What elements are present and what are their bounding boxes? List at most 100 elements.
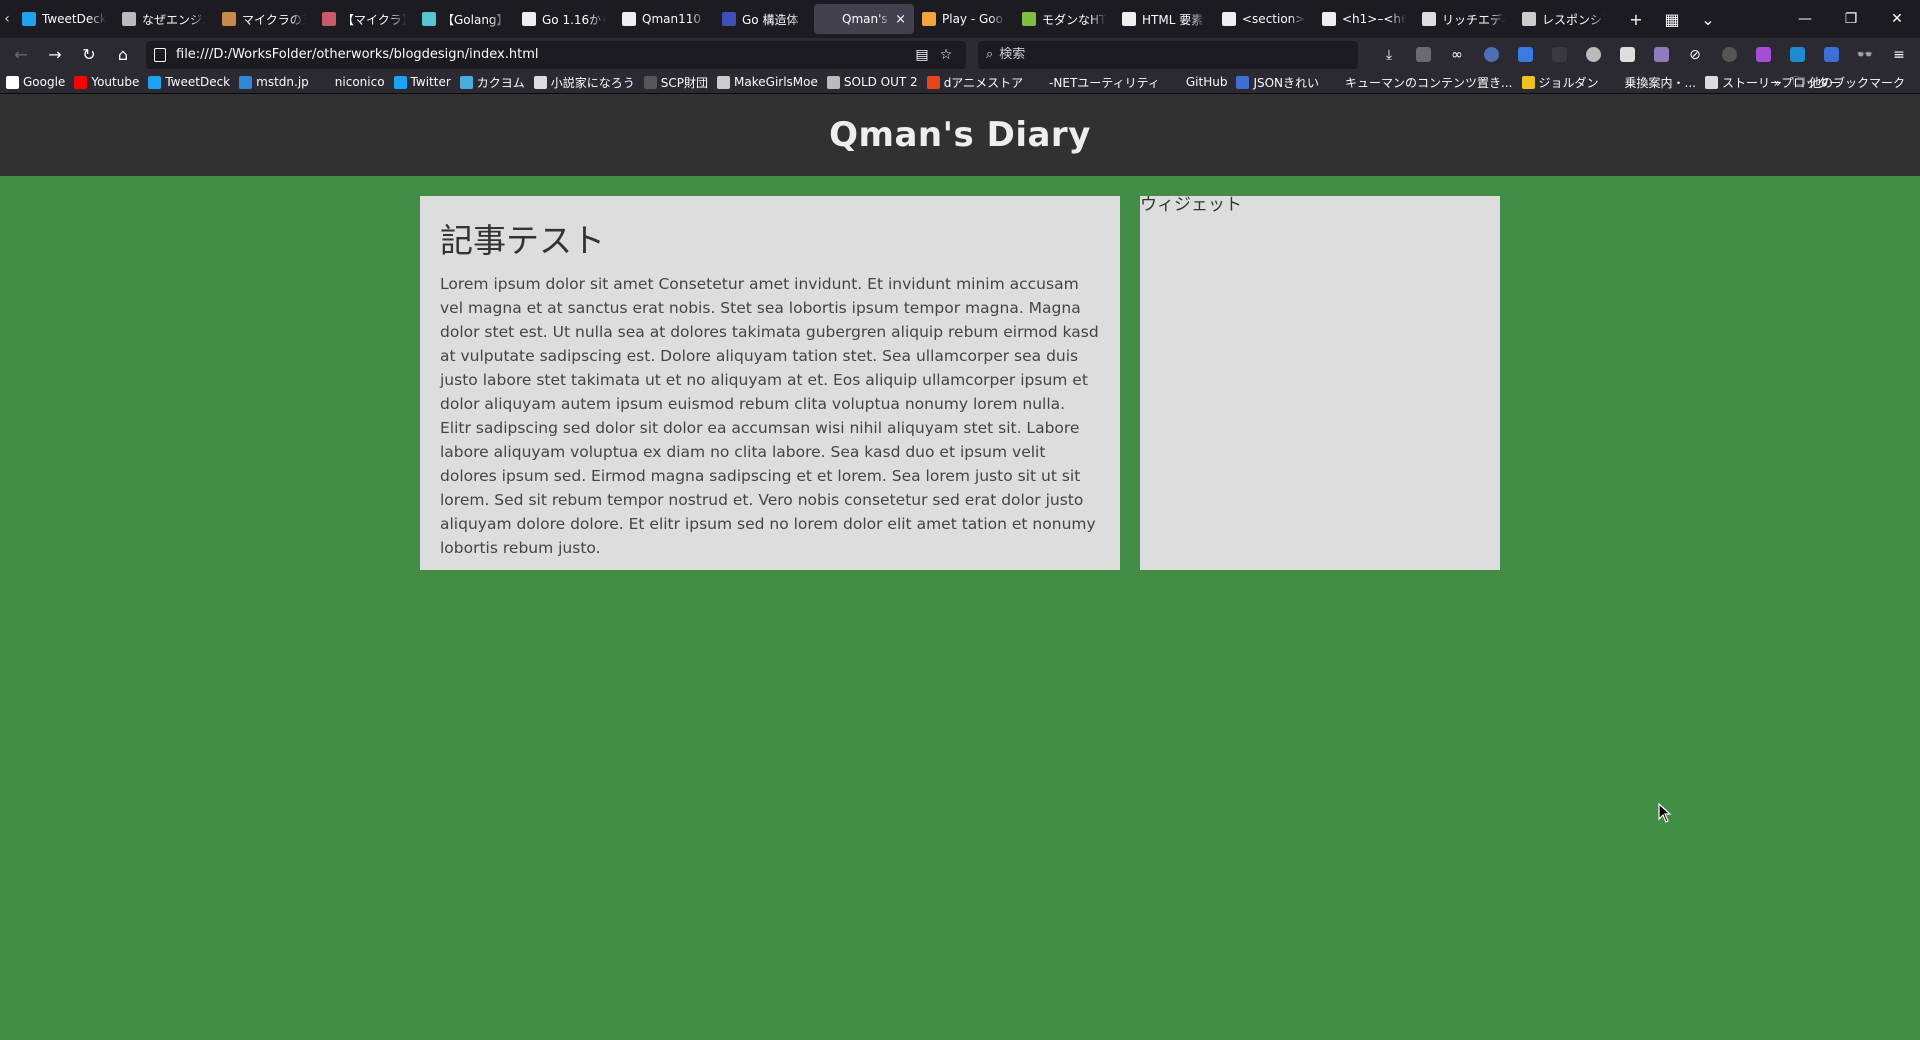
glasses-icon[interactable]: 👓 <box>1848 40 1882 70</box>
bookmark-item[interactable]: mstdn.jp <box>239 75 309 89</box>
bookmark-item[interactable]: SCP財団 <box>643 74 708 91</box>
tab-0[interactable]: TweetDeck <box>14 4 114 34</box>
bookmark-favicon-icon <box>926 75 940 89</box>
reload-icon[interactable]: ↻ <box>72 40 106 70</box>
tab-list: TweetDeck なぜエンジニ マイクラの三 【マイクラ】 【Golang】G Go 1… <box>14 0 1614 38</box>
menu-icon[interactable]: ≡ <box>1882 40 1916 70</box>
chevron-double-right-icon[interactable]: » <box>1774 76 1781 90</box>
url-text[interactable]: file:///D:/WorksFolder/otherworks/blogde… <box>176 47 910 62</box>
tab-title: リッチエディ <box>1442 12 1506 27</box>
window-controls: — ❐ ✕ <box>1782 0 1920 38</box>
bookmark-label: dアニメストア <box>943 75 1024 90</box>
tab-9[interactable]: Play - Goo <box>914 4 1014 34</box>
widget-panel: ウィジェット <box>1140 196 1500 570</box>
bookmark-item[interactable]: SOLD OUT 2 <box>826 75 918 89</box>
bookmark-item[interactable]: niconico <box>317 75 385 89</box>
edit-icon[interactable] <box>1814 40 1848 70</box>
bookmark-favicon-icon <box>6 75 19 89</box>
globe-icon[interactable] <box>1474 40 1508 70</box>
minimize-icon[interactable]: — <box>1782 0 1828 38</box>
search-bar[interactable]: ⌕ <box>978 40 1358 69</box>
tab-12[interactable]: <section> <box>1214 4 1314 34</box>
reader-view-icon[interactable]: ▤ <box>910 47 934 63</box>
bookmark-favicon-icon <box>148 75 162 89</box>
bookmark-label: JSONきれい <box>1253 75 1320 90</box>
tab-15[interactable]: レスポンシブ <box>1514 4 1614 34</box>
bookmark-item[interactable]: dアニメストア <box>926 74 1024 91</box>
bookmark-label: 小説家になろう <box>550 75 635 90</box>
other-bookmarks-folder[interactable]: 🗀 他のブックマーク <box>1793 72 1905 93</box>
tab-favicon-icon <box>1022 12 1036 26</box>
bookmarks-overflow: » 🗀 他のブックマーク <box>1774 71 1914 94</box>
tab-title: TweetDeck <box>42 12 106 26</box>
search-input[interactable] <box>999 47 1320 62</box>
tab-scroll-left-icon[interactable]: ‹ <box>0 0 14 38</box>
downloads-icon[interactable]: ⤓ <box>1372 40 1406 70</box>
tab-title: Go 構造体 <box>742 12 799 27</box>
link-icon[interactable] <box>1712 40 1746 70</box>
back-icon[interactable]: ← <box>4 40 38 70</box>
block-icon[interactable]: ⊘ <box>1678 40 1712 70</box>
tab-strip: ‹ TweetDeck なぜエンジニ マイクラの三 【マイクラ】 【Golang】G Go… <box>0 0 1920 38</box>
vscode-icon[interactable] <box>1780 40 1814 70</box>
tab-5[interactable]: Go 1.16から <box>514 4 614 34</box>
bookmark-favicon-icon <box>643 75 657 89</box>
tab-1[interactable]: なぜエンジニ <box>114 4 214 34</box>
article-body: Lorem ipsum dolor sit amet Consetetur am… <box>440 275 1099 557</box>
tab-8[interactable]: Qman's × <box>814 4 914 34</box>
bookmark-favicon-icon <box>1168 75 1182 89</box>
tab-13[interactable]: <h1>–<h6 <box>1314 4 1414 34</box>
bookmark-item[interactable]: -NETユーティリティ <box>1032 74 1160 91</box>
translate-icon[interactable] <box>1508 40 1542 70</box>
bookmark-item[interactable]: Youtube <box>74 75 139 89</box>
bookmark-item[interactable]: カクヨム <box>459 74 525 91</box>
article-title: 記事テスト <box>440 221 605 260</box>
restore-icon[interactable]: ❐ <box>1828 0 1874 38</box>
bookmark-favicon-icon <box>1328 75 1342 89</box>
bookmark-item[interactable]: Google <box>6 75 65 89</box>
new-tab-button[interactable]: + <box>1618 0 1654 38</box>
tab-3[interactable]: 【マイクラ】 <box>314 4 414 34</box>
list-all-tabs-icon[interactable]: ⌄ <box>1690 0 1726 38</box>
tab-favicon-icon <box>322 12 336 26</box>
bookmark-star-icon[interactable]: ☆ <box>934 47 958 63</box>
extensions-grid-icon[interactable]: ▦ <box>1654 0 1690 38</box>
tab-11[interactable]: HTML 要素 <box>1114 4 1214 34</box>
bookmark-item[interactable]: GitHub <box>1168 75 1227 89</box>
tab-favicon-icon <box>1122 12 1136 26</box>
shield-icon[interactable] <box>1406 40 1440 70</box>
tab-4[interactable]: 【Golang】G <box>414 4 514 34</box>
bookmark-item[interactable]: キューマンのコンテンツ置き... <box>1328 74 1513 91</box>
tab-6[interactable]: Qman110 <box>614 4 714 34</box>
close-window-icon[interactable]: ✕ <box>1874 0 1920 38</box>
privacy-icon[interactable] <box>1644 40 1678 70</box>
bookmark-favicon-icon <box>317 75 331 89</box>
bookmark-item[interactable]: 小説家になろう <box>533 74 635 91</box>
bookmark-favicon-icon <box>533 75 547 89</box>
tab-close-icon[interactable]: × <box>895 12 906 27</box>
tab-14[interactable]: リッチエディ <box>1414 4 1514 34</box>
tab-favicon-icon <box>622 12 636 26</box>
clipboard-icon[interactable] <box>1610 40 1644 70</box>
tab-favicon-icon <box>122 12 136 26</box>
bookmark-favicon-icon <box>1032 75 1046 89</box>
tab-7[interactable]: Go 構造体 <box>714 4 814 34</box>
forward-icon[interactable]: → <box>38 40 72 70</box>
bookmark-label: カクヨム <box>476 75 525 90</box>
bookmark-item[interactable]: 乗換案内・... <box>1607 74 1696 91</box>
infinity-icon[interactable]: ∞ <box>1440 40 1474 70</box>
address-bar[interactable]: file:///D:/WorksFolder/otherworks/blogde… <box>146 40 966 69</box>
bookmark-item[interactable]: JSONきれい <box>1236 74 1319 91</box>
bookmark-label: -NETユーティリティ <box>1049 75 1160 90</box>
bookmark-item[interactable]: ジョルダン <box>1521 74 1599 91</box>
extension-icon[interactable] <box>1576 40 1610 70</box>
bookmark-item[interactable]: MakeGirlsMoe <box>717 75 818 89</box>
bookmark-item[interactable]: Twitter <box>393 75 451 89</box>
home-icon[interactable]: ⌂ <box>106 40 140 70</box>
bookmark-item[interactable]: TweetDeck <box>148 75 230 89</box>
tab-2[interactable]: マイクラの三 <box>214 4 314 34</box>
hexagon-icon[interactable] <box>1746 40 1780 70</box>
tab-title: Qman's <box>842 12 888 26</box>
tab-10[interactable]: モダンなHT <box>1014 4 1114 34</box>
qr-icon[interactable] <box>1542 40 1576 70</box>
